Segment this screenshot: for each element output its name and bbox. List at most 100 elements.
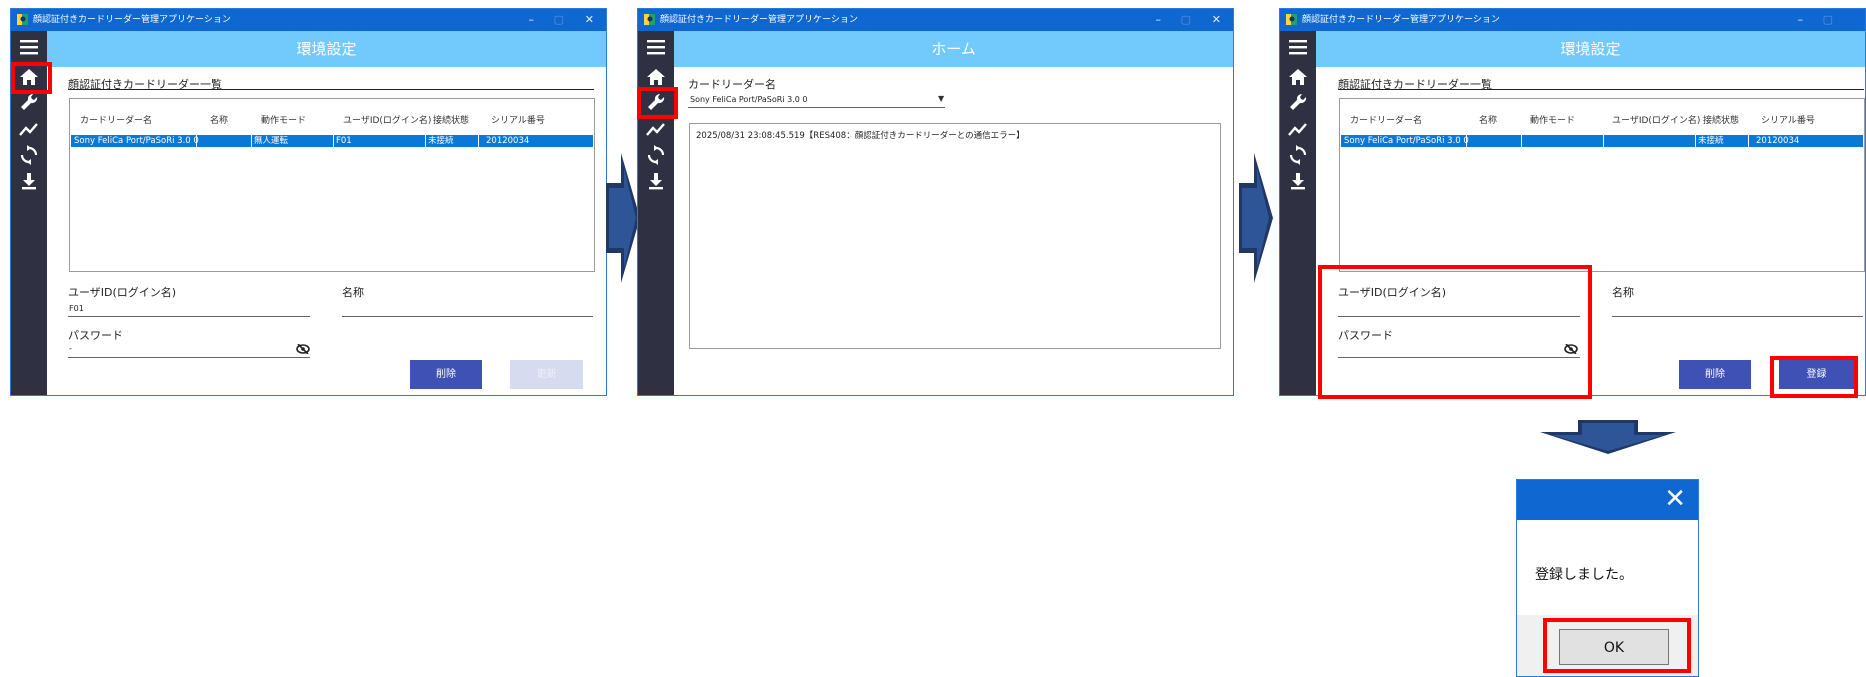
column-header[interactable]: 名称 [210,113,228,126]
menu-icon[interactable] [19,37,39,57]
minimize-button[interactable]: – [1156,9,1162,31]
cell-divider [1603,135,1604,147]
title-bar: 顔認証付きカードリーダー管理アプリケーション – ▢ [1280,9,1865,31]
maximize-button[interactable]: ▢ [1181,9,1191,31]
column-header[interactable]: 名称 [1479,113,1497,126]
cell-divider [425,135,426,147]
title-bar: 顔認証付きカードリーダー管理アプリケーション – ▢ ✕ [11,9,606,31]
table-row[interactable]: Sony FeliCa Port/PaSoRi 3.0 0 未接続 201200… [1341,135,1863,147]
arrow-down-icon [1540,420,1676,454]
column-header[interactable]: ユーザID(ログイン名) [343,113,431,126]
card-reader-table: カードリーダー名 名称 動作モード ユーザID(ログイン名) 接続状態 シリアル… [1339,98,1865,272]
user-id-label: ユーザID(ログイン名) [68,286,177,299]
title-bar: 顔認証付きカードリーダー管理アプリケーション – ▢ ✕ [638,9,1233,31]
column-header[interactable]: カードリーダー名 [1350,113,1422,126]
column-header[interactable]: 接続状態 [433,113,469,126]
minimize-button[interactable]: – [529,9,535,31]
password-label: パスワード [68,329,123,342]
sync-icon[interactable] [646,145,666,165]
window-home: 顔認証付きカードリーダー管理アプリケーション – ▢ ✕ ホーム カードリーダー… [637,8,1234,396]
delete-button[interactable]: 削除 [410,360,482,389]
download-icon[interactable] [646,171,666,191]
page-header: 環境設定 [47,31,606,67]
table-cell: 未接続 [428,136,454,146]
ok-button-highlight [1543,618,1691,673]
chart-line-icon[interactable] [1288,119,1308,139]
column-header[interactable]: カードリーダー名 [80,113,152,126]
table-cell: F01 [336,136,352,146]
name-field[interactable] [342,316,593,317]
section-divider [1338,89,1864,90]
arrow-right-icon [1239,153,1273,283]
app-logo-icon [644,14,655,25]
cell-divider [1466,135,1467,147]
table-cell: 無人運転 [254,136,289,146]
minimize-button[interactable]: – [1798,9,1804,31]
cell-divider [1521,135,1522,147]
maximize-button[interactable]: ▢ [1823,9,1833,31]
home-icon[interactable] [646,67,666,87]
close-button[interactable]: ✕ [1212,9,1221,31]
reader-select[interactable]: Sony FeliCa Port/PaSoRi 3.0 0 [690,95,807,104]
chevron-down-icon[interactable]: ▼ [938,94,944,103]
download-icon[interactable] [1288,171,1308,191]
sync-icon[interactable] [1288,145,1308,165]
table-row[interactable]: Sony FeliCa Port/PaSoRi 3.0 0 無人運転 F01 未… [71,135,593,147]
close-button[interactable]: ✕ [585,9,594,31]
wrench-icon[interactable] [1288,93,1308,113]
dialog-title-bar: ✕ [1517,480,1698,520]
reader-label: カードリーダー名 [688,78,776,91]
name-label: 名称 [342,286,364,299]
chart-line-icon[interactable] [19,119,39,139]
cell-divider [1748,135,1749,147]
register-button-highlight [1770,356,1858,398]
sync-icon[interactable] [19,145,39,165]
column-header[interactable]: ユーザID(ログイン名) [1612,113,1700,126]
table-cell: Sony FeliCa Port/PaSoRi 3.0 0 [1344,136,1469,146]
credentials-highlight [1318,265,1592,399]
column-header[interactable]: シリアル番号 [491,113,545,126]
column-header[interactable]: 動作モード [261,113,306,126]
password-underline [68,357,310,358]
column-header[interactable]: 動作モード [1530,113,1575,126]
user-id-field[interactable]: F01 [69,304,84,313]
download-icon[interactable] [19,171,39,191]
log-panel: 2025/08/31 23:08:45.519【RES408：顔認証付きカードリ… [689,123,1221,349]
table-cell: 20120034 [1756,136,1800,146]
app-logo-icon [1286,14,1297,25]
maximize-button[interactable]: ▢ [554,9,564,31]
eye-off-icon[interactable] [296,344,310,354]
password-field[interactable]: - [69,344,72,353]
sidebar [1280,31,1316,395]
cell-divider [478,135,479,147]
home-icon-highlight [11,62,52,94]
column-header[interactable]: 接続状態 [1703,113,1739,126]
app-logo-icon [17,14,28,25]
card-reader-table: カードリーダー名 名称 動作モード ユーザID(ログイン名) 接続状態 シリアル… [69,98,595,272]
update-button[interactable]: 更新 [510,360,583,389]
delete-button[interactable]: 削除 [1679,360,1751,389]
menu-icon[interactable] [646,37,666,57]
name-label: 名称 [1612,286,1634,299]
wrench-icon[interactable] [19,93,39,113]
close-icon[interactable]: ✕ [1664,485,1686,513]
sidebar [638,31,674,395]
column-header[interactable]: シリアル番号 [1761,113,1815,126]
user-id-underline [68,316,310,317]
cell-divider [333,135,334,147]
chart-line-icon[interactable] [646,119,666,139]
window-title: 顔認証付きカードリーダー管理アプリケーション [1302,15,1500,25]
table-cell: 未接続 [1698,136,1724,146]
window-title: 顔認証付きカードリーダー管理アプリケーション [660,15,858,25]
log-line: 2025/08/31 23:08:45.519【RES408：顔認証付きカードリ… [696,131,1025,141]
arrow-right-icon [606,153,640,283]
name-field[interactable] [1612,316,1863,317]
cell-divider [1695,135,1696,147]
cell-divider [251,135,252,147]
table-cell: Sony FeliCa Port/PaSoRi 3.0 0 [74,136,199,146]
page-header: 環境設定 [1316,31,1865,67]
section-divider [68,89,594,90]
menu-icon[interactable] [1288,37,1308,57]
wrench-icon-highlight [637,87,678,119]
home-icon[interactable] [1288,67,1308,87]
